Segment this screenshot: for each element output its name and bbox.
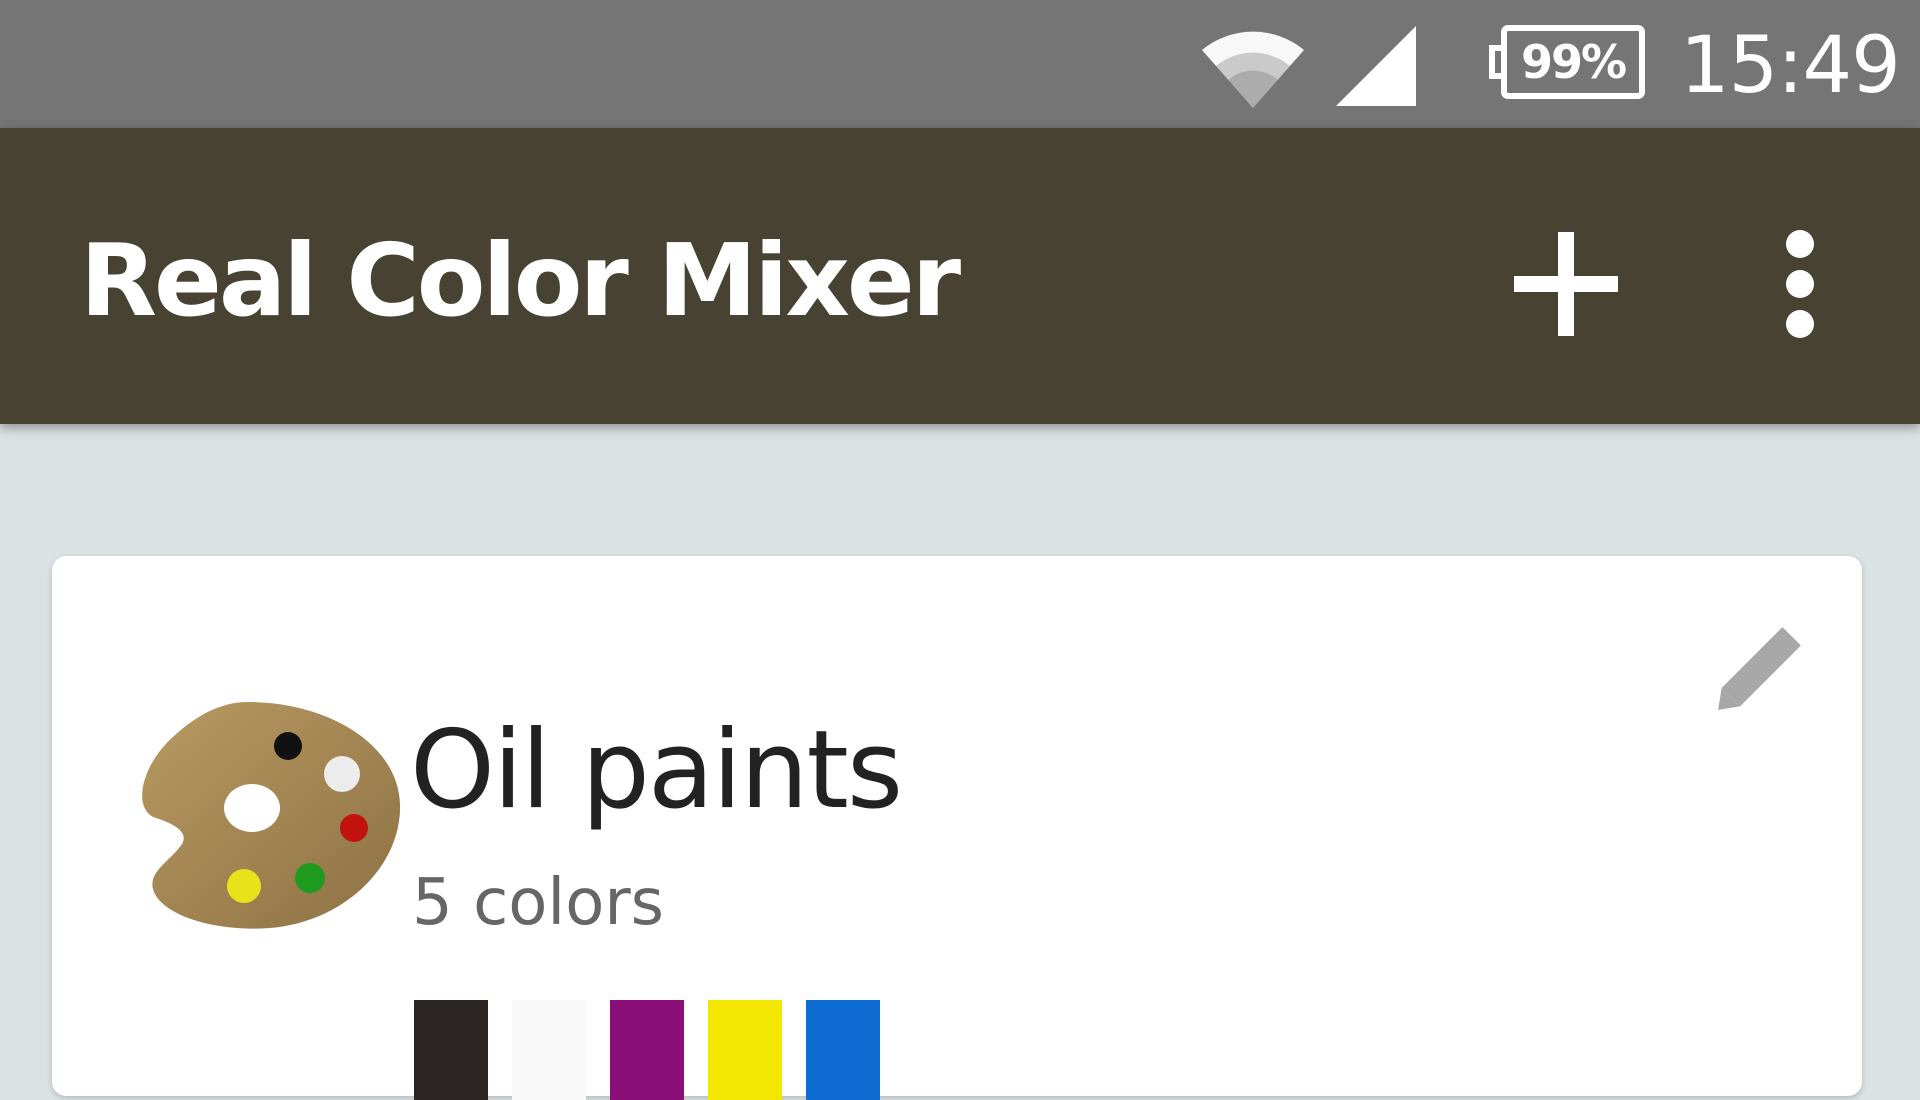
swatch-blue xyxy=(806,1000,880,1100)
signal-icon xyxy=(1336,26,1416,106)
edit-pencil-icon xyxy=(1718,627,1801,710)
swatch-magenta xyxy=(610,1000,684,1100)
palette-icon xyxy=(142,702,401,929)
swatch-white xyxy=(512,1000,586,1100)
add-icon xyxy=(1514,232,1618,336)
palette-card[interactable]: Oil paints 5 colors xyxy=(52,556,1862,1100)
status-time: 15:49 xyxy=(1680,21,1901,111)
overflow-menu-icon xyxy=(1786,230,1814,338)
app-bar: Real Color Mixer xyxy=(0,128,1920,424)
swatch-yellow xyxy=(708,1000,782,1100)
app-title: Real Color Mixer xyxy=(80,222,961,339)
palette-title: Oil paints xyxy=(410,708,903,833)
overflow-menu-button[interactable] xyxy=(1760,218,1840,350)
wifi-icon xyxy=(1202,31,1304,108)
palette-color-count: 5 colors xyxy=(412,866,664,940)
edit-palette-button[interactable] xyxy=(1692,606,1822,736)
battery-percentage: 99% xyxy=(1520,35,1627,89)
swatch-black xyxy=(414,1000,488,1100)
status-bar: 99% 15:49 xyxy=(0,0,1920,128)
add-button[interactable] xyxy=(1500,218,1632,350)
